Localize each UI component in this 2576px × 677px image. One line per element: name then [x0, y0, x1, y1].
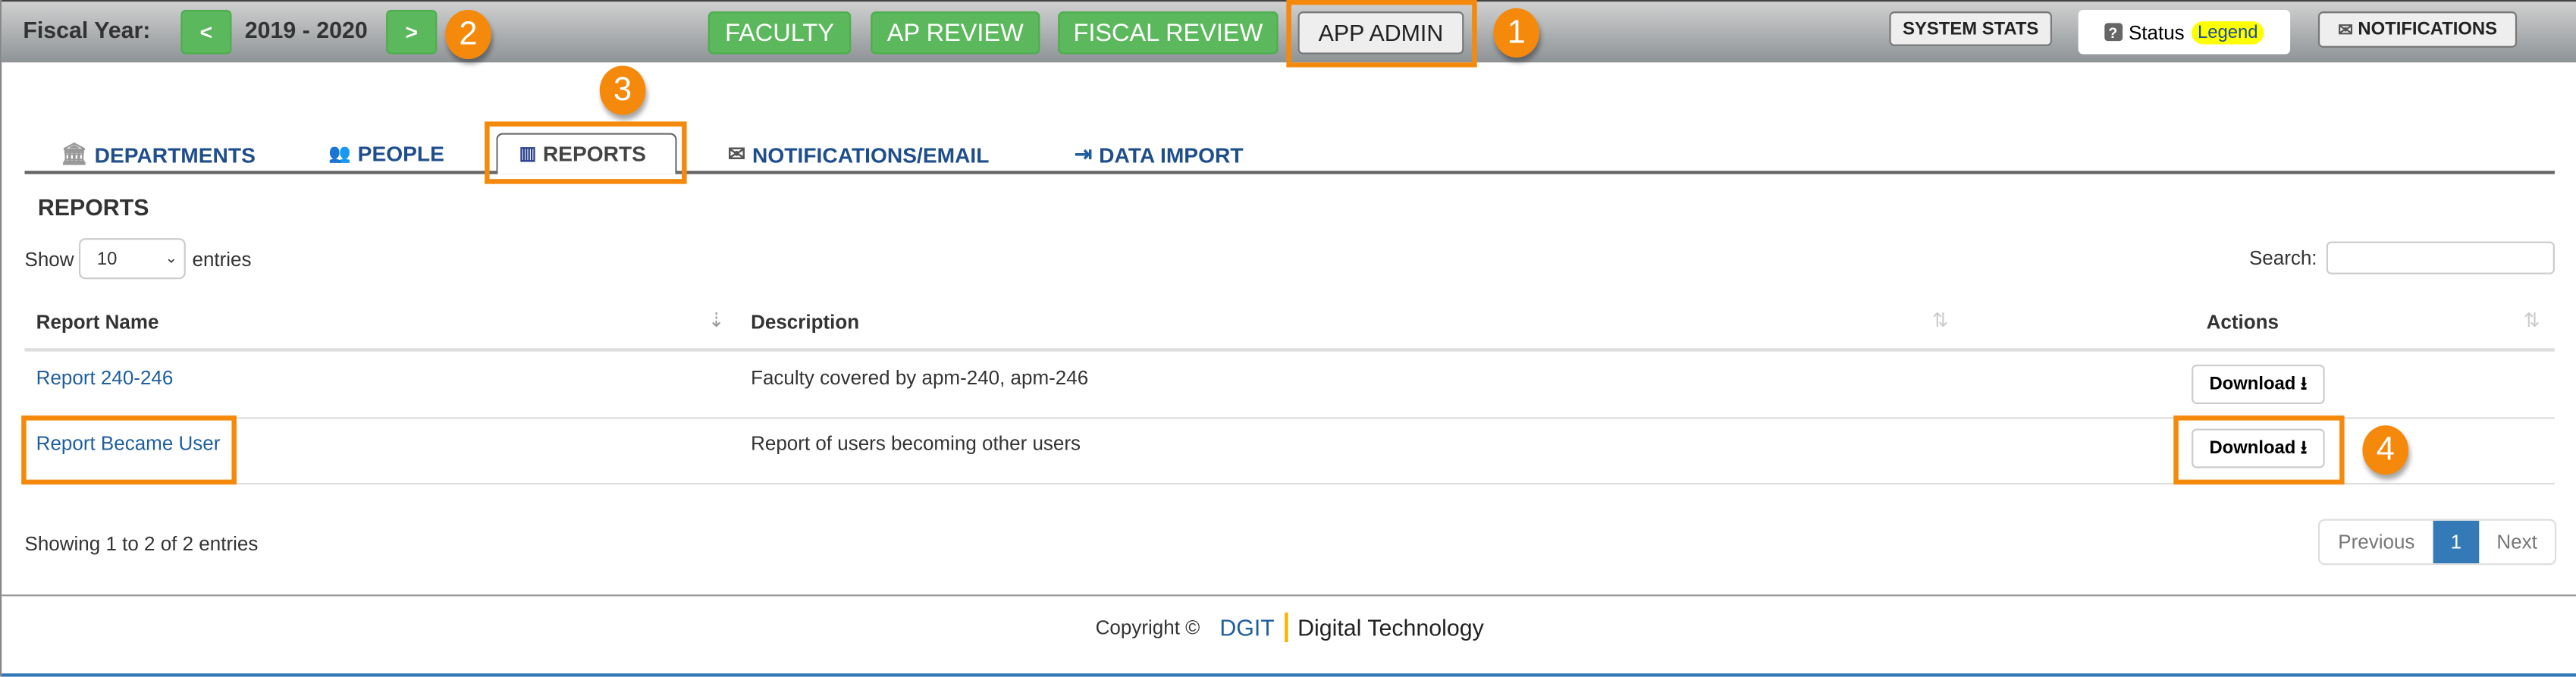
highlight-report-became-user	[21, 415, 237, 485]
footer-divider	[2, 594, 2576, 597]
copyright-text: Copyright ©	[1095, 616, 1200, 639]
next-page-button[interactable]: Next	[2479, 521, 2555, 563]
nav-fiscal-review-button[interactable]: FISCAL REVIEW	[1058, 11, 1279, 55]
nav-ap-review-button[interactable]: AP REVIEW	[871, 11, 1040, 55]
entries-select[interactable]: 10 ⌄	[78, 238, 186, 280]
header-divider	[24, 348, 2555, 352]
envelope-icon: ✉	[2337, 20, 2353, 41]
system-stats-button[interactable]: SYSTEM STATS	[1889, 11, 2052, 46]
import-icon: ⇥	[1074, 141, 1093, 166]
search-label: Search:	[2248, 246, 2317, 270]
download-label: Download	[2209, 374, 2296, 394]
annotation-badge-3: 3	[599, 65, 646, 115]
highlight-download-button	[2173, 415, 2345, 485]
notifications-label: NOTIFICATIONS	[2358, 19, 2498, 39]
tabs-divider	[24, 171, 2555, 174]
people-icon: 👥	[328, 144, 351, 165]
search-input[interactable]	[2326, 241, 2555, 274]
question-icon: ?	[2104, 23, 2123, 42]
tab-data-import[interactable]: ⇥ DATA IMPORT	[1075, 141, 1244, 168]
report-description: Report of users becoming other users	[751, 431, 1081, 456]
tab-label: PEOPLE	[357, 141, 444, 166]
download-icon: ⭳	[2300, 373, 2308, 393]
tab-people[interactable]: 👥 PEOPLE	[328, 141, 444, 165]
section-title: REPORTS	[37, 193, 149, 221]
tab-label: DATA IMPORT	[1099, 142, 1244, 167]
chevron-down-icon: ⌄	[165, 249, 177, 266]
sort-asc-icon[interactable]: ⇣	[708, 309, 725, 331]
report-link[interactable]: Report 240-246	[36, 366, 174, 389]
tab-label: REPORTS	[542, 141, 646, 166]
sort-icon[interactable]: ⇅	[2524, 309, 2540, 331]
nav-faculty-button[interactable]: FACULTY	[708, 11, 852, 55]
next-year-button[interactable]: >	[386, 9, 438, 55]
pagination: Previous 1 Next	[2317, 519, 2557, 566]
column-header-report-name[interactable]: Report Name	[36, 310, 159, 333]
org-name: Digital Technology	[1297, 614, 1484, 641]
column-header-actions[interactable]: Actions	[2207, 310, 2279, 333]
entries-value: 10	[96, 249, 118, 269]
tab-notifications-email[interactable]: ✉ NOTIFICATIONS/EMAIL	[728, 141, 990, 168]
reports-icon: ▥	[519, 144, 537, 165]
sort-icon[interactable]: ⇅	[1932, 309, 1949, 331]
bottom-border	[2, 673, 2576, 677]
annotation-badge-1: 1	[1493, 8, 1540, 58]
column-header-description[interactable]: Description	[751, 310, 859, 333]
annotation-badge-2: 2	[445, 9, 491, 59]
download-button[interactable]: Download ⭳	[2192, 364, 2325, 404]
table-info: Showing 1 to 2 of 2 entries	[24, 531, 259, 556]
app-page: Fiscal Year: < 2019 - 2020 > 2 FACULTY A…	[0, 0, 2576, 677]
report-description: Faculty covered by apm-240, apm-246	[751, 366, 1089, 390]
logo-divider	[1284, 613, 1288, 643]
tab-reports[interactable]: ▥ REPORTS	[519, 141, 646, 165]
legend-badge: Legend	[2191, 20, 2265, 44]
footer: Copyright © DGIT Digital Technology	[2, 613, 2576, 643]
entries-label: entries	[192, 248, 252, 271]
dgit-logo: DGIT	[1219, 614, 1275, 641]
building-icon: 🏛	[61, 141, 88, 166]
tab-label: DEPARTMENTS	[94, 142, 256, 167]
annotation-badge-4: 4	[2362, 425, 2409, 475]
tab-label: NOTIFICATIONS/EMAIL	[752, 142, 990, 167]
tab-departments[interactable]: 🏛 DEPARTMENTS	[61, 141, 256, 168]
notifications-button[interactable]: ✉ NOTIFICATIONS	[2317, 11, 2518, 48]
nav-app-admin-button[interactable]: APP ADMIN	[1297, 11, 1464, 55]
fiscal-year-label: Fiscal Year:	[23, 16, 151, 43]
status-label: Status	[2128, 20, 2185, 44]
prev-year-button[interactable]: <	[180, 9, 232, 55]
show-label: Show	[24, 248, 74, 271]
envelope-icon: ✉	[727, 141, 746, 166]
fiscal-year-value: 2019 - 2020	[244, 16, 368, 43]
previous-page-button[interactable]: Previous	[2320, 521, 2433, 563]
page-1-button[interactable]: 1	[2433, 520, 2480, 564]
status-legend-button[interactable]: ? Status Legend	[2078, 9, 2291, 55]
